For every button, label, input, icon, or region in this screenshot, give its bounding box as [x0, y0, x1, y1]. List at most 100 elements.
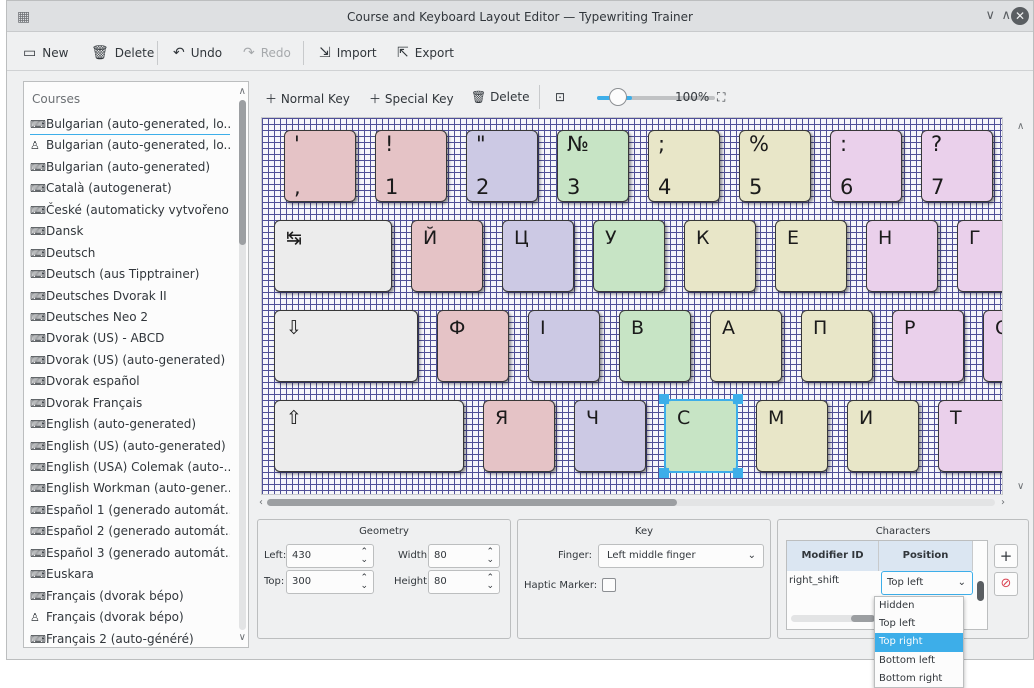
course-item[interactable]: ⌨České (automaticky vytvořeno)	[30, 200, 230, 221]
keyboard-key[interactable]: № 3	[557, 130, 629, 202]
course-item[interactable]: ⌨Dvorak español	[30, 371, 230, 392]
keyboard-key[interactable]: ! 1	[375, 130, 447, 202]
course-item[interactable]: ⌨English (USA) Colemak (auto-...	[30, 457, 230, 478]
keyboard-key[interactable]: У	[593, 220, 665, 292]
zoom-slider-handle[interactable]	[609, 88, 627, 106]
minimize-icon[interactable]: ∨	[985, 8, 995, 23]
position-option[interactable]: Bottom right	[875, 670, 963, 688]
keyboard-key[interactable]: Я	[483, 400, 555, 472]
column-header-position[interactable]: Position	[879, 541, 973, 571]
keyboard-key[interactable]: ⇩	[274, 310, 418, 382]
keyboard-key[interactable]: Р	[892, 310, 964, 382]
resize-handle[interactable]	[733, 468, 743, 478]
course-item[interactable]: ⌨Dvorak Français	[30, 393, 230, 414]
position-option[interactable]: Hidden	[875, 597, 963, 615]
height-spinbox[interactable]: 80 ⌃ ⌄	[428, 570, 500, 594]
course-item[interactable]: ⌨Español 3 (generado automát...	[30, 543, 230, 564]
column-header-modifier[interactable]: Modifier ID	[787, 541, 879, 571]
spin-arrows-icon[interactable]: ⌃ ⌄	[486, 574, 494, 591]
keyboard-key[interactable]: Ф	[437, 310, 509, 382]
resize-handle[interactable]	[659, 394, 669, 404]
new-button[interactable]: ▭ New	[23, 45, 68, 61]
course-item[interactable]: ⌨Bulgarian (auto-generated)	[30, 157, 230, 178]
keyboard-key[interactable]: % 5	[739, 130, 811, 202]
scroll-left-icon[interactable]: ‹	[259, 497, 263, 508]
position-option[interactable]: Top right	[875, 633, 963, 652]
resize-handle[interactable]	[733, 394, 743, 404]
special-key-button[interactable]: ＋ Special Key	[369, 90, 454, 107]
keyboard-key[interactable]: Т	[938, 400, 1002, 472]
course-item[interactable]: ⌨Español 2 (generado automát...	[30, 521, 230, 542]
spin-arrows-icon[interactable]: ⌃ ⌄	[360, 548, 368, 565]
course-item[interactable]: ⌨Dansk	[30, 221, 230, 242]
left-spinbox[interactable]: 430 ⌃ ⌄	[286, 544, 374, 568]
haptic-marker-checkbox[interactable]	[602, 578, 616, 592]
undo-button[interactable]: ↶ Undo	[173, 45, 222, 61]
keyboard-canvas[interactable]: ',!1"2№3;4%5:6?7*8↹ЙЦУКЕНГ⇩ФІВАПРО⇧ЯЧСМИ…	[261, 117, 1003, 495]
modifier-cell[interactable]: right_shift	[789, 575, 839, 586]
course-item[interactable]: ⌨Español 1 (generado automát...	[30, 500, 230, 521]
keyboard-key[interactable]: " 2	[466, 130, 538, 202]
delete-button[interactable]: 🗑 Delete	[91, 45, 154, 61]
keyboard-key[interactable]: М	[756, 400, 828, 472]
course-item[interactable]: ⌨Deutsches Neo 2	[30, 307, 230, 328]
keyboard-key[interactable]: П	[801, 310, 873, 382]
keyboard-key[interactable]: :6	[830, 130, 902, 202]
import-button[interactable]: ⇲ Import	[319, 45, 377, 61]
course-item[interactable]: ⌨Euskara	[30, 564, 230, 585]
spin-arrows-icon[interactable]: ⌃ ⌄	[360, 574, 368, 591]
course-item[interactable]: ⌨Deutsch	[30, 243, 230, 264]
course-item[interactable]: ⌨English (US) (auto-generated)	[30, 436, 230, 457]
delete-key-button[interactable]: 🗑 Delete	[471, 90, 530, 104]
resize-handle[interactable]	[659, 468, 669, 478]
position-option[interactable]: Top left	[875, 615, 963, 633]
width-spinbox[interactable]: 80 ⌃ ⌄	[428, 544, 500, 568]
position-select[interactable]: Top left ⌄	[881, 571, 973, 595]
courses-scroll-thumb[interactable]	[239, 100, 246, 245]
keyboard-key[interactable]: В	[619, 310, 691, 382]
course-item[interactable]: ⌨Bulgarian (auto-generated, lo...	[30, 114, 230, 136]
course-item[interactable]: ♙ Bulgarian (auto-generated, lo...	[30, 135, 230, 156]
keyboard-key[interactable]: Е	[775, 220, 847, 292]
keyboard-key[interactable]: Н	[866, 220, 938, 292]
keyboard-key[interactable]: А	[710, 310, 782, 382]
zoom-fit-icon[interactable]: ⛶	[717, 90, 725, 105]
canvas-horizontal-scrollbar[interactable]	[267, 499, 995, 506]
close-icon[interactable]: ✕	[1011, 7, 1029, 25]
top-spinbox[interactable]: 300 ⌃ ⌄	[286, 570, 374, 594]
keyboard-key[interactable]: ; 4	[648, 130, 720, 202]
position-option[interactable]: Bottom left	[875, 652, 963, 670]
scroll-down-icon[interactable]: ∨	[1017, 481, 1024, 492]
keyboard-key[interactable]: ',	[284, 130, 356, 202]
courses-scrollbar[interactable]	[239, 100, 246, 630]
course-item[interactable]: ♙ Français (dvorak bépo)	[30, 607, 230, 628]
scroll-up-icon[interactable]: ∧	[239, 86, 246, 97]
keyboard-key[interactable]: С	[665, 400, 737, 472]
normal-key-button[interactable]: ＋ Normal Key	[265, 90, 350, 107]
course-item[interactable]: ⌨Català (autogenerat)	[30, 178, 230, 199]
keyboard-key[interactable]: О	[983, 310, 1002, 382]
scroll-right-icon[interactable]: ›	[1001, 497, 1005, 508]
scroll-up-icon[interactable]: ∧	[1017, 121, 1024, 132]
zoom-out-icon[interactable]: ⊡	[555, 90, 565, 104]
keyboard-key[interactable]: Ц	[502, 220, 574, 292]
spin-arrows-icon[interactable]: ⌃ ⌄	[486, 548, 494, 565]
course-item[interactable]: ⌨English Workman (auto-gener...	[30, 478, 230, 499]
keyboard-key[interactable]: ? 7	[921, 130, 993, 202]
keyboard-key[interactable]: Г	[957, 220, 1002, 292]
table-vertical-scrollbar[interactable]	[977, 581, 984, 601]
course-item[interactable]: ⌨Deutsches Dvorak II	[30, 286, 230, 307]
table-horizontal-scrollbar[interactable]	[791, 615, 877, 622]
keyboard-key[interactable]: И	[847, 400, 919, 472]
add-character-button[interactable]: +	[994, 544, 1018, 568]
keyboard-key[interactable]: К	[684, 220, 756, 292]
finger-select[interactable]: Left middle finger ⌄	[598, 544, 764, 568]
keyboard-key[interactable]: І	[528, 310, 600, 382]
course-item[interactable]: ⌨Deutsch (aus Tipptrainer)	[30, 264, 230, 285]
keyboard-key[interactable]: Й	[411, 220, 483, 292]
maximize-icon[interactable]: ∧	[1001, 8, 1011, 23]
course-item[interactable]: ⌨Dvorak (US) (auto-generated)	[30, 350, 230, 371]
keyboard-key[interactable]: ↹	[274, 220, 392, 292]
keyboard-key[interactable]: ⇧	[274, 400, 464, 472]
course-item[interactable]: ⌨English (auto-generated)	[30, 414, 230, 435]
